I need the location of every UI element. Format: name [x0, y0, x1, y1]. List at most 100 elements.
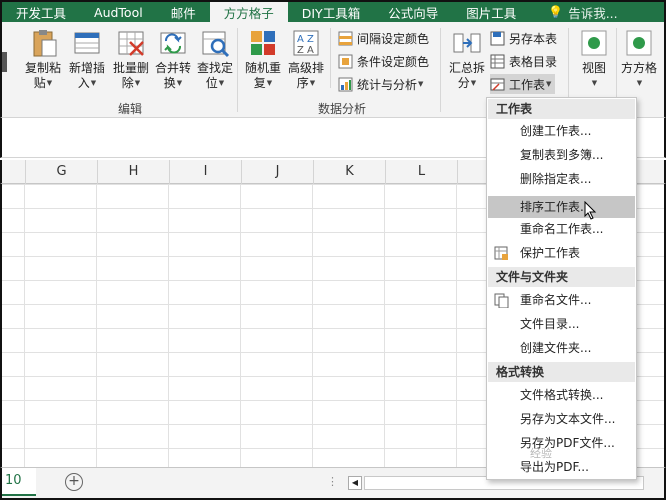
scroll-left-icon[interactable]: ◀ [348, 476, 362, 490]
gridline [96, 184, 97, 467]
chevron-down-icon: ▼ [309, 79, 316, 87]
tab-mail[interactable]: 邮件 [157, 2, 210, 22]
tab-developer[interactable]: 开发工具 [2, 2, 80, 22]
gridline [312, 184, 313, 467]
column-header-h[interactable]: H [98, 160, 170, 184]
menu-item-create-folders[interactable]: 创建文件夹... [488, 337, 635, 359]
watermark: 经验 [530, 447, 552, 460]
copy-paste-button[interactable]: 复制粘 贴▼ [22, 28, 64, 98]
find-label2: 位 [205, 76, 218, 90]
merge-icon [158, 28, 188, 58]
insert-rows-icon [72, 28, 102, 58]
column-header-j[interactable]: J [242, 160, 314, 184]
tell-me-text: 告诉我... [568, 5, 618, 21]
menu-section-files-folders: 文件与文件夹 [488, 267, 635, 287]
tab-formula-wizard[interactable]: 公式向导 [374, 2, 452, 22]
summary-label2: 分 [457, 76, 470, 90]
insert-button[interactable]: 新增插 入▼ [66, 28, 108, 98]
find-label1: 查找定 [196, 61, 233, 75]
tab-audtool[interactable]: AudTool [80, 2, 157, 22]
gridline [24, 184, 25, 467]
analysis-group-label: 数据分析 [317, 102, 366, 116]
summary-label1: 汇总拆 [448, 61, 485, 75]
worksheet-dropdown-menu: 工作表 创建工作表... 复制表到多簿... 删除指定表... 排序工作表...… [486, 97, 637, 480]
menu-item-rename-files[interactable]: 重命名文件... [488, 289, 635, 311]
gridline [384, 184, 385, 467]
save-sheet-as-button[interactable]: 另存本表 [490, 28, 557, 48]
find-locate-button[interactable]: 查找定 位▼ [194, 28, 236, 98]
insert-label2: 入 [77, 76, 90, 90]
svg-text:Z: Z [297, 45, 304, 56]
summary-split-button[interactable]: 汇总拆 分▼ [446, 28, 488, 98]
lightbulb-icon: 💡 [548, 5, 564, 19]
svg-text:A: A [297, 34, 304, 45]
chevron-down-icon: ▼ [90, 79, 97, 87]
menu-item-delete-sheet[interactable]: 删除指定表... [488, 168, 635, 190]
save-sheet-label: 另存本表 [509, 31, 558, 46]
table-directory-button[interactable]: 表格目录 [490, 51, 557, 71]
chevron-down-icon: ▼ [546, 80, 552, 88]
sheet-tab[interactable]: 10 [2, 468, 36, 496]
menu-item-rename-worksheet[interactable]: 重命名工作表... [488, 218, 635, 240]
column-header-k[interactable]: K [314, 160, 386, 184]
mouse-cursor-icon [584, 200, 598, 221]
merge-label1: 合并转 [154, 61, 191, 75]
fangfangge-button[interactable]: 方方格 ▼ [619, 28, 659, 98]
menu-item-create-worksheet[interactable]: 创建工作表... [488, 120, 635, 142]
menu-item-export-pdf[interactable]: 导出为PDF... [488, 456, 635, 478]
view-label: 视图 [581, 61, 606, 75]
copy-paste-label1: 复制粘 [24, 61, 61, 75]
splitter-handle-icon[interactable]: ⋮ [327, 475, 338, 488]
gridline [168, 184, 169, 467]
tell-me-search[interactable]: 💡 告诉我... [534, 2, 631, 22]
column-header-g[interactable]: G [26, 160, 98, 184]
fangfangge-icon [624, 28, 654, 58]
chevron-down-icon: ▼ [134, 79, 141, 87]
advanced-sort-button[interactable]: AZZA 高级排 序▼ [285, 28, 327, 98]
tab-diy-toolbox[interactable]: DIY工具箱 [288, 2, 374, 22]
statistics-analysis-button[interactable]: 统计与分析 ▼ [338, 74, 423, 94]
sort-label2: 序 [296, 76, 309, 90]
rename-files-label: 重命名文件... [520, 293, 592, 307]
edit-group-label: 编辑 [117, 102, 142, 116]
interval-color-button[interactable]: 间隔设定颜色 [338, 28, 429, 48]
tab-picture-tools[interactable]: 图片工具 [452, 2, 530, 22]
menu-item-protect-worksheet[interactable]: 保护工作表 [488, 242, 635, 264]
worksheet-menu-button[interactable]: 工作表 ▼ [490, 74, 556, 94]
column-header-i[interactable]: I [170, 160, 242, 184]
insert-label1: 新增插 [68, 61, 105, 75]
chevron-down-icon: ▼ [636, 79, 643, 87]
chevron-down-icon: ▼ [266, 79, 273, 87]
batch-delete-label2: 除 [121, 76, 134, 90]
fangfangge-label: 方方格 [620, 61, 657, 75]
rename-files-icon [494, 293, 509, 309]
protect-sheet-icon [494, 246, 509, 261]
menu-item-sort-worksheets[interactable]: 排序工作表... [488, 196, 635, 218]
menu-item-copy-to-workbooks[interactable]: 复制表到多簿... [488, 144, 635, 166]
merge-convert-button[interactable]: 合并转 换▼ [152, 28, 194, 98]
tab-fangfanggezi[interactable]: 方方格子 [209, 2, 288, 22]
conditional-color-button[interactable]: 条件设定颜色 [338, 51, 429, 71]
partial-icon [2, 52, 7, 72]
clipboard-icon [28, 28, 58, 58]
find-icon [200, 28, 230, 58]
menu-item-save-as-text[interactable]: 另存为文本文件... [488, 408, 635, 430]
chevron-down-icon: ▼ [418, 80, 424, 88]
svg-text:A: A [307, 45, 314, 56]
table-directory-label: 表格目录 [509, 54, 558, 69]
menu-item-file-directory[interactable]: 文件目录... [488, 313, 635, 335]
view-button[interactable]: 视图 ▼ [574, 28, 614, 98]
menu-item-save-as-pdf[interactable]: 另存为PDF文件... [488, 432, 635, 454]
batch-delete-button[interactable]: 批量删 除▼ [110, 28, 152, 98]
view-icon [579, 28, 609, 58]
worksheet-label: 工作表 [509, 77, 546, 92]
column-header-l[interactable]: L [386, 160, 458, 184]
random-duplicate-button[interactable]: 随机重 复▼ [242, 28, 284, 98]
random-label2: 复 [253, 76, 266, 90]
menu-item-convert-format[interactable]: 文件格式转换... [488, 384, 635, 406]
svg-text:Z: Z [307, 34, 314, 45]
table-directory-icon [490, 54, 505, 69]
add-sheet-icon[interactable]: + [65, 473, 83, 491]
menu-section-format-conversion: 格式转换 [488, 362, 635, 382]
ribbon-tab-bar: 开发工具 AudTool 邮件 方方格子 DIY工具箱 公式向导 图片工具 💡 … [0, 0, 666, 22]
